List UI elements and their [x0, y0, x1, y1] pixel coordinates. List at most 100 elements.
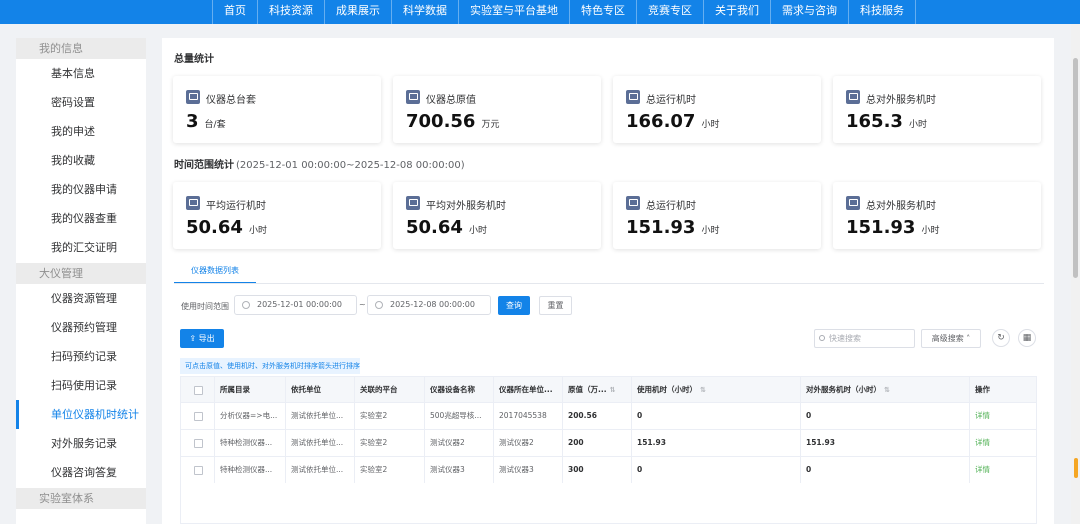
stat-card: 平均对外服务机时 50.64 小时: [393, 182, 601, 249]
sidebar-item[interactable]: 仪器预约管理: [16, 313, 146, 342]
stat-card: 仪器总台套 3 台/套: [173, 76, 381, 143]
column-header[interactable]: 原值（万... ⇅: [563, 377, 632, 402]
sidebar-item[interactable]: 我的仪器查重: [16, 204, 146, 233]
sidebar-item[interactable]: 仪器咨询答复: [16, 458, 146, 487]
column-header: 所属目录: [215, 377, 286, 402]
sidebar-item[interactable]: 我的仪器申请: [16, 175, 146, 204]
nav-item-4[interactable]: 实验室与平台基地: [459, 0, 569, 24]
table-cell[interactable]: [181, 457, 215, 483]
stat-value-row: 50.64 小时: [406, 217, 487, 238]
sidebar-item[interactable]: 仪器资源管理: [16, 284, 146, 313]
row-checkbox[interactable]: [193, 411, 203, 421]
start-date-input[interactable]: 2025-12-01 00:00:00: [234, 295, 357, 315]
column-header: 依托单位: [286, 377, 355, 402]
select-all-checkbox[interactable]: [193, 385, 203, 395]
quick-search-input[interactable]: 快速搜索: [814, 329, 915, 348]
sort-icon[interactable]: ⇅: [610, 386, 616, 394]
grid-settings-icon[interactable]: ▦: [1018, 329, 1036, 347]
stat-card: 平均运行机时 50.64 小时: [173, 182, 381, 249]
reset-button[interactable]: 重置: [539, 296, 572, 315]
row-checkbox[interactable]: [193, 438, 203, 448]
column-header: 仪器设备名称: [425, 377, 494, 402]
export-button[interactable]: ⇪ 导出: [180, 329, 224, 348]
range-text: (2025-12-01 00:00:00~2025-12-08 00:00:00…: [236, 160, 465, 171]
side-widget[interactable]: [1074, 458, 1078, 478]
column-header-label: 仪器设备名称: [430, 385, 475, 394]
cell-text: 测试依托单位...: [291, 411, 344, 420]
column-header[interactable]: [181, 377, 215, 402]
cell-text: 特种检测仪器...: [220, 438, 273, 447]
table-cell: 200: [563, 430, 632, 456]
table-cell: 分析仪器=>电...: [215, 403, 286, 429]
stat-label: 平均对外服务机时: [426, 201, 506, 212]
table-cell: 2017045538: [494, 403, 563, 429]
sidebar-item[interactable]: 扫码预约记录: [16, 342, 146, 371]
search-icon: [819, 335, 825, 341]
advanced-search-button[interactable]: 高级搜索 ˄: [921, 329, 981, 348]
nav-item-9[interactable]: 科技服务: [849, 0, 915, 24]
end-date-value: 2025-12-08 00:00:00: [390, 300, 475, 309]
table-cell[interactable]: 详情: [970, 403, 1036, 429]
sidebar-group-my-info: 我的信息: [16, 38, 146, 59]
monitor-icon: [846, 90, 860, 104]
sidebar-group-lab-system: 实验室体系: [16, 488, 146, 509]
column-header[interactable]: 使用机时（小时） ⇅: [632, 377, 801, 402]
query-button[interactable]: 查询: [498, 296, 530, 315]
nav-item-1[interactable]: 科技资源: [258, 0, 324, 24]
nav-item-5[interactable]: 特色专区: [570, 0, 636, 24]
sidebar-item[interactable]: 基本信息: [16, 59, 146, 88]
stat-label: 总对外服务机时: [866, 95, 936, 106]
table-cell[interactable]: [181, 403, 215, 429]
nav-item-7[interactable]: 关于我们: [704, 0, 770, 24]
table-cell: 测试仪器3: [425, 457, 494, 483]
tab-instrument-list[interactable]: 仪器数据列表: [174, 262, 256, 284]
date-range-label: 使用时间范围: [181, 302, 229, 311]
sort-icon[interactable]: ⇅: [884, 386, 890, 394]
stat-card: 总对外服务机时 165.3 小时: [833, 76, 1041, 143]
details-link[interactable]: 详情: [975, 438, 990, 447]
sidebar-group-instrument-mgmt: 大仪管理: [16, 263, 146, 284]
row-checkbox[interactable]: [193, 465, 203, 475]
cell-text: 0: [806, 465, 812, 474]
export-label: 导出: [198, 334, 215, 343]
sort-icon[interactable]: ⇅: [700, 386, 706, 394]
stat-label: 总运行机时: [646, 201, 696, 212]
table-cell[interactable]: 详情: [970, 430, 1036, 456]
sidebar-item[interactable]: 对外服务记录: [16, 429, 146, 458]
stat-card: 总运行机时 151.93 小时: [613, 182, 821, 249]
details-link[interactable]: 详情: [975, 411, 990, 420]
stat-value-row: 166.07 小时: [626, 111, 719, 132]
nav-item-8[interactable]: 需求与咨询: [771, 0, 848, 24]
sidebar-item[interactable]: 扫码使用记录: [16, 371, 146, 400]
monitor-icon: [846, 196, 860, 210]
column-header-label: 所属目录: [220, 385, 250, 394]
sidebar-item[interactable]: 我的申述: [16, 117, 146, 146]
cell-text: 实验室2: [360, 438, 388, 447]
stat-unit: 小时: [908, 120, 927, 130]
details-link[interactable]: 详情: [975, 465, 990, 474]
sidebar-item[interactable]: 单位仪器机时统计: [16, 400, 146, 429]
sidebar-item[interactable]: 我的收藏: [16, 146, 146, 175]
stat-unit: 万元: [481, 120, 500, 130]
sidebar-item[interactable]: 我的汇交证明: [16, 233, 146, 262]
table-cell: 测试仪器2: [425, 430, 494, 456]
nav-menu: 首页 科技资源 成果展示 科学数据 实验室与平台基地 特色专区 竞赛专区 关于我们 需求与咨询科…: [212, 0, 916, 24]
nav-item-6[interactable]: 竞赛专区: [637, 0, 703, 24]
nav-separator: [915, 0, 916, 24]
monitor-icon: [186, 90, 200, 104]
sidebar-item[interactable]: 密码设置: [16, 88, 146, 117]
monitor-icon: [406, 196, 420, 210]
table-row: 特种检测仪器... 测试依托单位... 实验室2 测试仪器2 测试仪器2 200 151.9…: [181, 429, 1036, 456]
column-header[interactable]: 对外服务机时（小时） ⇅: [801, 377, 970, 402]
nav-item-0[interactable]: 首页: [213, 0, 257, 24]
refresh-icon[interactable]: ↻: [992, 329, 1010, 347]
sort-tip: 可点击原值、使用机时、对外服务机时排序箭头进行排序: [180, 358, 360, 374]
scrollbar-thumb[interactable]: [1073, 58, 1078, 278]
nav-item-2[interactable]: 成果展示: [325, 0, 391, 24]
cell-text: 测试仪器2: [430, 438, 465, 447]
nav-item-3[interactable]: 科学数据: [392, 0, 458, 24]
table-cell: 测试依托单位...: [286, 457, 355, 483]
table-cell[interactable]: 详情: [970, 457, 1036, 483]
end-date-input[interactable]: 2025-12-08 00:00:00: [367, 295, 491, 315]
table-cell[interactable]: [181, 430, 215, 456]
